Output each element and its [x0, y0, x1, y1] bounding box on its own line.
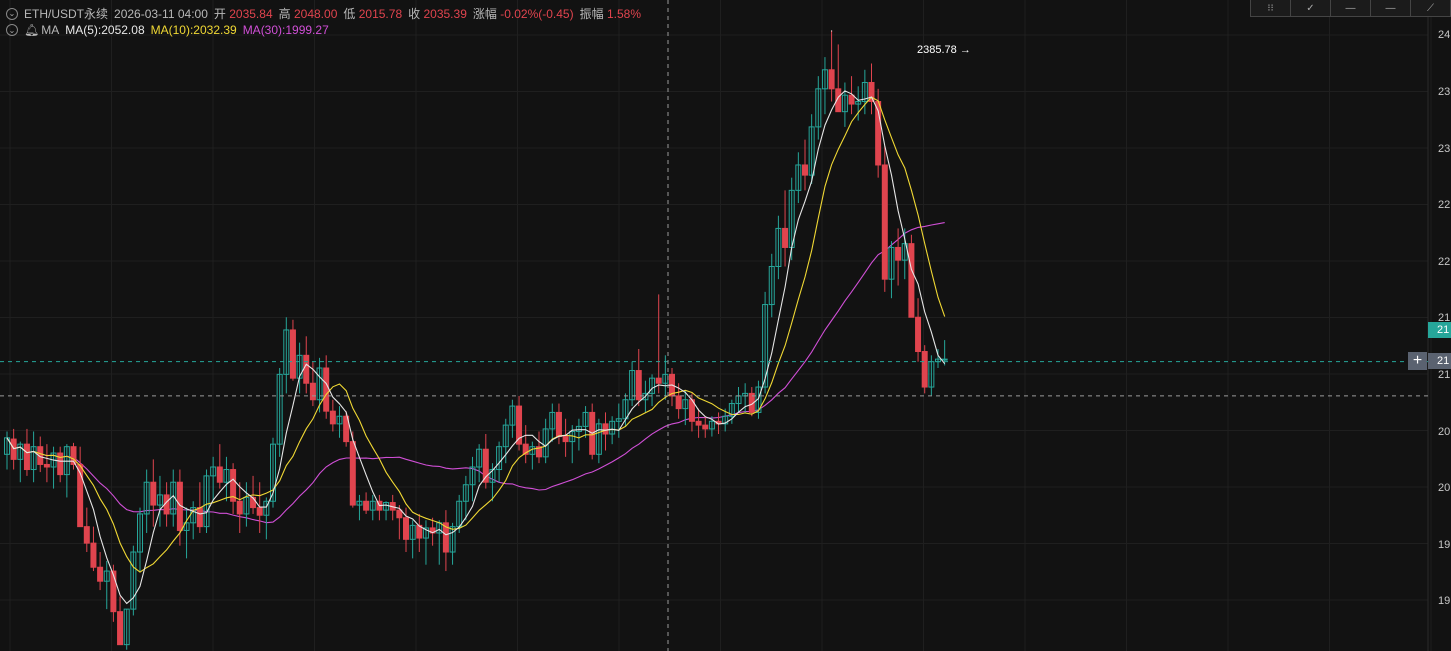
- indicator-header: ⌄ 🔔︎ MA MA(5):2052.08 MA(10):2032.39 MA(…: [6, 23, 329, 37]
- chart-overlays: [0, 0, 1428, 651]
- candles: [4, 30, 948, 650]
- candle-down: [83, 526, 90, 544]
- grid-icon[interactable]: ⁝⁝: [1251, 0, 1291, 16]
- collapse-icon[interactable]: ⌄: [6, 24, 18, 36]
- crosshair-price-tag: 21: [1428, 353, 1451, 369]
- line-icon[interactable]: —: [1371, 0, 1411, 16]
- amplitude-label: 振幅: [579, 7, 604, 21]
- add-alert-plus-icon[interactable]: +: [1408, 352, 1427, 370]
- line-icon[interactable]: ⟋: [1411, 0, 1451, 16]
- open-value: 2035.84: [229, 7, 273, 21]
- candle-up: [941, 358, 948, 361]
- candle-down: [196, 507, 203, 528]
- candle-down: [363, 500, 370, 511]
- candle-down: [828, 69, 835, 90]
- low-label: 低: [343, 7, 356, 21]
- candle-down: [555, 411, 562, 438]
- datetime-label: 2026-03-11 04:00: [114, 6, 208, 21]
- close-label: 收: [408, 7, 421, 21]
- candle-down: [562, 436, 569, 443]
- candle-down: [895, 246, 902, 261]
- price-axis-label: 23: [1438, 86, 1451, 98]
- candle-down: [250, 496, 257, 509]
- candle-down: [915, 316, 922, 353]
- candle-down: [349, 441, 356, 506]
- price-axis-label: 23: [1438, 143, 1451, 155]
- candle-down: [908, 243, 915, 318]
- candle-down: [110, 570, 117, 613]
- candle-down: [117, 611, 124, 646]
- low-value: 2015.78: [358, 7, 403, 21]
- symbol-label: ETH/USDT永续: [24, 7, 109, 21]
- drawing-toolbar: ⁝⁝ ✓ — — ⟋: [1250, 0, 1451, 17]
- ohlc-header: ⌄ ETH/USDT永续 2026-03-11 04:00 开 2035.84 …: [6, 5, 641, 22]
- price-axis-label: 21: [1438, 369, 1451, 381]
- indicator-name[interactable]: MA: [41, 23, 59, 37]
- ma30-line: [6, 222, 945, 524]
- amplitude-value: 1.58%: [606, 7, 641, 21]
- candle-down: [782, 227, 789, 248]
- close-value: 2035.39: [423, 7, 467, 21]
- candle-down: [216, 466, 223, 483]
- candle-down: [396, 509, 403, 519]
- candle-down: [309, 382, 316, 401]
- candle-down: [848, 94, 855, 105]
- candle-down: [602, 423, 609, 435]
- candle-down: [10, 438, 17, 460]
- arrow-right-icon: →: [959, 44, 971, 56]
- candle-down: [236, 500, 243, 515]
- candle-down: [90, 542, 97, 568]
- candle-down: [329, 410, 336, 425]
- candle-down: [655, 377, 662, 384]
- price-axis-label: 19: [1438, 595, 1451, 607]
- highest-price-label: 2385.78: [917, 44, 957, 56]
- ma30-value: MA(30):1999.27: [242, 23, 329, 37]
- price-axis-label: 20: [1438, 426, 1451, 438]
- ma10-value: MA(10):2032.39: [150, 23, 237, 37]
- candle-down: [97, 566, 104, 582]
- candle-down: [702, 424, 709, 430]
- high-value: 2048.00: [293, 7, 338, 21]
- change-label: 涨幅: [472, 7, 497, 21]
- candle-down: [802, 164, 808, 176]
- ma5-value: MA(5):2052.08: [65, 23, 145, 37]
- price-axis-label: 22: [1438, 256, 1451, 268]
- price-axis-label: 24: [1438, 29, 1451, 41]
- chart-grid: [0, 0, 1432, 651]
- current-price-tag: 21: [1428, 322, 1451, 338]
- candle-down: [695, 420, 702, 426]
- collapse-icon[interactable]: ⌄: [6, 7, 18, 20]
- open-label: 开: [213, 7, 226, 21]
- candle-down: [23, 443, 30, 471]
- ma30-line-path: [6, 222, 945, 524]
- price-axis-label: 19: [1438, 539, 1451, 551]
- candle-down: [256, 507, 263, 516]
- bell-icon[interactable]: 🔔︎: [24, 23, 39, 37]
- candle-down: [635, 370, 642, 401]
- candle-down: [150, 481, 157, 506]
- candle-down: [323, 367, 330, 412]
- high-label: 高: [278, 7, 291, 21]
- price-axis-label: 22: [1438, 199, 1451, 211]
- candle-down: [303, 354, 310, 384]
- change-value: -0.02%(-0.45): [500, 7, 574, 21]
- candlestick-chart[interactable]: [0, 0, 1451, 651]
- price-axis-label: 20: [1438, 482, 1451, 494]
- candle-down: [921, 351, 928, 388]
- candle-down: [881, 164, 888, 280]
- highest-price-marker: 2385.78 →: [917, 44, 971, 56]
- check-icon[interactable]: ✓: [1291, 0, 1331, 16]
- candle-down: [675, 395, 682, 410]
- line-icon[interactable]: —: [1331, 0, 1371, 16]
- candle-down: [43, 463, 50, 468]
- candle-down: [289, 329, 296, 379]
- candle-down: [403, 517, 409, 540]
